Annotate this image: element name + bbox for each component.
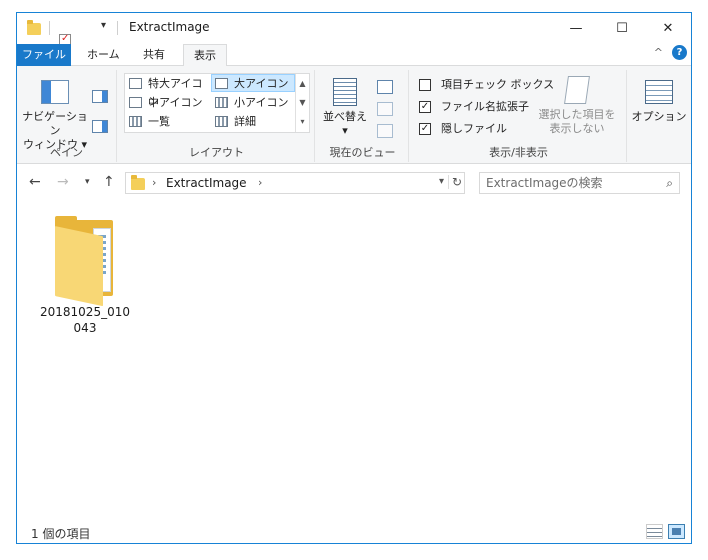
tab-view[interactable]: 表示: [183, 44, 227, 67]
address-dropdown-icon[interactable]: ▾: [439, 176, 444, 187]
sort-icon: [333, 78, 357, 106]
hidden-items-checkbox[interactable]: ✓: [419, 123, 431, 135]
add-columns-icon[interactable]: [377, 102, 393, 116]
layout-gallery-scroll[interactable]: ▲ ▼ ▾: [295, 74, 309, 132]
item-checkboxes-toggle[interactable]: 項目チェック ボックス: [419, 76, 554, 94]
help-icon[interactable]: ?: [672, 45, 687, 60]
address-bar[interactable]: › ExtractImage › ▾ ↻: [125, 172, 465, 194]
navigation-pane-icon: [41, 80, 69, 104]
navigation-pane-button[interactable]: ナビゲーション ウィンドウ ▾: [21, 80, 89, 152]
group-label-layout: レイアウト: [189, 146, 244, 159]
file-list[interactable]: 20181025_010043: [17, 202, 691, 521]
group-label-pane: ペイン: [50, 146, 83, 159]
back-arrow-icon[interactable]: ←: [29, 174, 41, 190]
navigation-bar: ← → ▾ ↑ › ExtractImage › ▾ ↻ ⌕: [17, 164, 691, 202]
layout-extra-large-icons[interactable]: 特大アイコン: [126, 75, 210, 108]
tab-home[interactable]: ホーム: [77, 44, 130, 66]
file-extensions-toggle[interactable]: ✓ ファイル名拡張子: [419, 98, 529, 116]
folder-icon: [27, 20, 41, 35]
folder-item[interactable]: 20181025_010043: [33, 212, 137, 336]
details-pane-icon[interactable]: [92, 120, 108, 133]
search-box[interactable]: ⌕: [479, 172, 680, 194]
close-button[interactable]: ✕: [645, 13, 691, 44]
ribbon-group-pane: ナビゲーション ウィンドウ ▾ ペイン: [17, 70, 117, 162]
divider: [117, 21, 118, 35]
status-bar: 1 個の項目: [17, 521, 691, 543]
ribbon-tabs: ファイル ホーム 共有 表示 ^ ?: [17, 44, 691, 67]
layout-list[interactable]: 一覧: [126, 113, 210, 131]
extra-large-icons-icon: [129, 78, 142, 89]
details-view-icon[interactable]: [646, 524, 663, 539]
details-icon: [215, 116, 228, 127]
tab-file[interactable]: ファイル: [17, 44, 71, 66]
breadcrumb-segment[interactable]: ExtractImage: [166, 176, 247, 190]
explorer-window: ▾ ExtractImage — ☐ ✕ ファイル ホーム 共有 表示 ^ ? …: [16, 12, 692, 544]
large-icons-icon: [215, 78, 228, 89]
refresh-icon[interactable]: ↻: [447, 175, 462, 189]
tab-share[interactable]: 共有: [133, 44, 175, 66]
sort-by-button[interactable]: 並べ替え ▾: [323, 78, 367, 138]
folder-icon: [131, 175, 145, 190]
options-icon: [645, 80, 673, 104]
preview-pane-icon[interactable]: [92, 90, 108, 103]
breadcrumb-chevron-icon[interactable]: ›: [258, 176, 262, 189]
large-icons-view-icon[interactable]: [668, 524, 685, 539]
up-arrow-icon[interactable]: ↑: [103, 174, 115, 190]
item-count: 1 個の項目: [31, 527, 91, 541]
layout-large-icons[interactable]: 大アイコン: [211, 74, 295, 92]
breadcrumb-chevron-icon[interactable]: ›: [152, 176, 156, 189]
layout-details[interactable]: 詳細: [212, 113, 296, 131]
options-button[interactable]: オプション: [631, 80, 687, 124]
maximize-button[interactable]: ☐: [599, 13, 645, 44]
search-input[interactable]: [480, 173, 650, 193]
layout-small-icons[interactable]: 小アイコン: [212, 94, 296, 112]
ribbon-group-current-view: 並べ替え ▾ 現在のビュー: [317, 70, 409, 162]
forward-arrow-icon[interactable]: →: [57, 174, 69, 190]
group-by-icon[interactable]: [377, 80, 393, 94]
ribbon-collapse-icon[interactable]: ^: [654, 46, 663, 59]
search-icon[interactable]: ⌕: [666, 176, 673, 191]
customize-toolbar-icon[interactable]: ▾: [101, 20, 106, 31]
ribbon-group-options: オプション: [629, 70, 689, 162]
medium-icons-icon: [129, 97, 142, 108]
folder-name: 20181025_010043: [40, 305, 130, 335]
options-label: オプション: [631, 110, 687, 123]
navigation-pane-label: ナビゲーション: [22, 110, 88, 137]
file-extensions-checkbox[interactable]: ✓: [419, 101, 431, 113]
size-columns-icon[interactable]: [377, 124, 393, 138]
sort-by-label: 並べ替え: [323, 110, 367, 123]
group-label-current-view: 現在のビュー: [329, 146, 396, 159]
sort-by-dropdown-icon: ▾: [342, 124, 348, 137]
divider: [49, 21, 50, 35]
folder-icon: [53, 216, 117, 307]
title-bar[interactable]: ▾ ExtractImage — ☐ ✕: [17, 13, 691, 61]
minimize-button[interactable]: —: [553, 13, 599, 44]
hide-selected-button[interactable]: 選択した項目を 表示しない: [535, 76, 619, 136]
ribbon-group-layout: 特大アイコン 大アイコン 中アイコン 小アイコン 一覧 詳細 ▲ ▼ ▾ レイア…: [119, 70, 315, 162]
small-icons-icon: [215, 97, 228, 108]
group-label-show-hide: 表示/非表示: [489, 146, 548, 159]
window-title: ExtractImage: [129, 20, 210, 34]
hidden-items-toggle[interactable]: ✓ 隠しファイル: [419, 120, 507, 138]
layout-gallery: 特大アイコン 大アイコン 中アイコン 小アイコン 一覧 詳細 ▲ ▼ ▾: [124, 73, 310, 133]
layout-medium-icons[interactable]: 中アイコン: [126, 94, 210, 112]
ribbon-group-show-hide: 項目チェック ボックス ✓ ファイル名拡張子 ✓ 隠しファイル 選択した項目を …: [411, 70, 627, 162]
list-icon: [129, 116, 142, 127]
item-checkboxes-checkbox[interactable]: [419, 79, 431, 91]
ribbon: ナビゲーション ウィンドウ ▾ ペイン 特大アイコン 大アイコン 中アイコン 小…: [17, 66, 691, 164]
recent-locations-chevron-icon[interactable]: ▾: [85, 177, 90, 187]
hide-selected-icon: [564, 76, 590, 104]
